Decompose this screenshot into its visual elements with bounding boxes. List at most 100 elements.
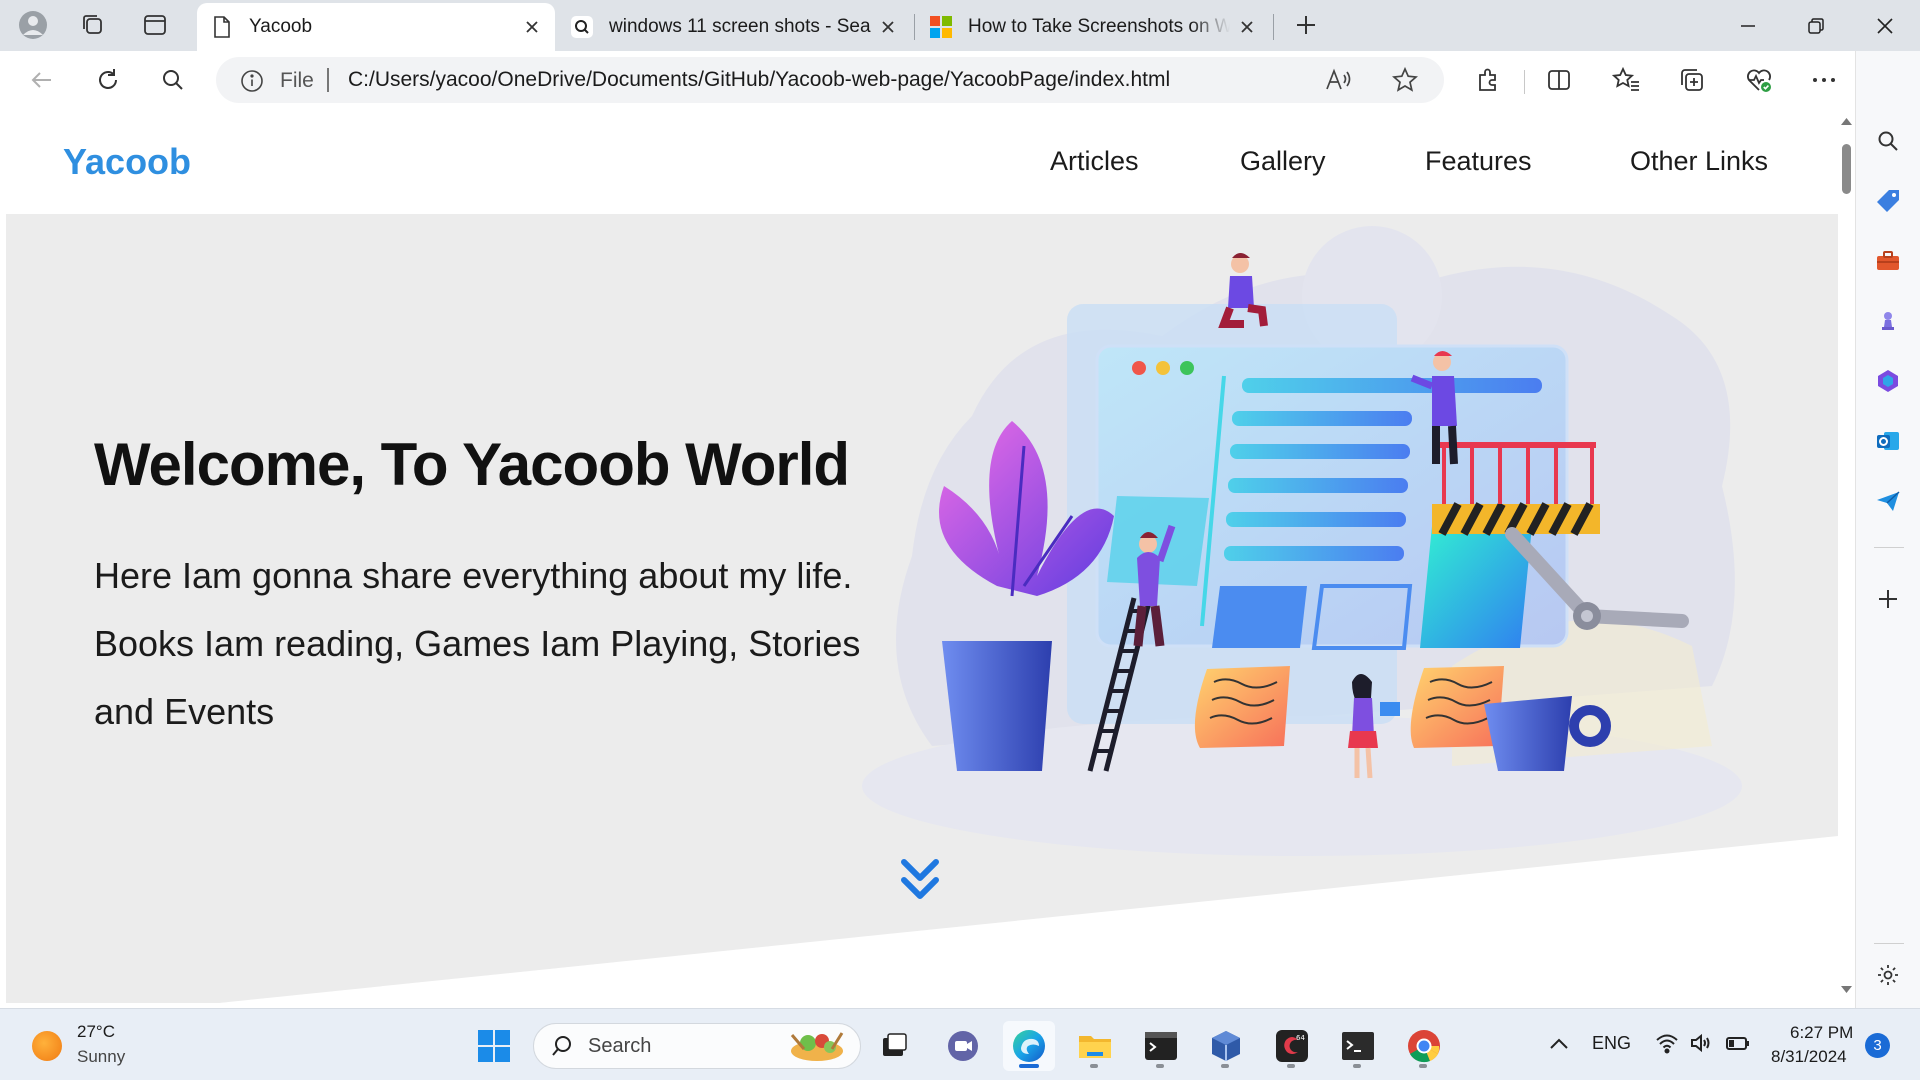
back-button[interactable] [20, 59, 64, 101]
svg-text:64: 64 [1296, 1034, 1305, 1042]
volume-icon[interactable] [1689, 1031, 1713, 1055]
paper-plane-icon [1877, 491, 1900, 511]
page-scrollbar[interactable] [1838, 108, 1855, 1003]
nav-other-links[interactable]: Other Links [1630, 146, 1768, 177]
toolbox-icon [1877, 251, 1899, 270]
scroll-down-arrow-icon [1841, 986, 1852, 993]
tab-title: Yacoob [249, 16, 313, 37]
task-view-icon [883, 1033, 907, 1056]
taskbar-virtualbox[interactable] [1200, 1021, 1252, 1071]
read-aloud-icon[interactable] [1324, 67, 1352, 93]
browser-essentials-button[interactable] [1737, 59, 1781, 101]
new-tab-button[interactable] [1284, 6, 1328, 44]
microsoft365-icon [1878, 370, 1898, 392]
profile-button[interactable] [11, 6, 55, 44]
nav-gallery[interactable]: Gallery [1240, 146, 1326, 177]
nav-features[interactable]: Features [1425, 146, 1532, 177]
taskbar-command-prompt[interactable] [1332, 1021, 1384, 1071]
taskbar-search[interactable]: Search [533, 1023, 861, 1069]
taskbar-teams-meet[interactable] [937, 1021, 989, 1071]
settings-more-button[interactable] [1802, 59, 1846, 101]
chess-piece-icon [1882, 312, 1894, 330]
clock-date[interactable]: 8/31/2024 [1771, 1047, 1847, 1067]
start-button[interactable] [468, 1021, 520, 1071]
hero-illustration [862, 226, 1742, 856]
microsoft-logo-icon [930, 16, 952, 38]
web-page-viewport: Yacoob Articles Gallery Features Other L… [6, 108, 1838, 1003]
taskbar-task-view[interactable] [868, 1021, 920, 1071]
address-divider [327, 68, 329, 92]
puzzle-icon [1479, 68, 1496, 91]
clock-time[interactable]: 6:27 PM [1790, 1023, 1853, 1043]
url-text[interactable]: C:/Users/yacoo/OneDrive/Documents/GitHub… [348, 68, 1170, 92]
sidebar-send-button[interactable] [1866, 479, 1910, 523]
browser-toolbar: File C:/Users/yacoo/OneDrive/Documents/G… [0, 51, 1920, 108]
sun-icon[interactable] [32, 1031, 62, 1061]
favorites-icon [1612, 67, 1639, 91]
sidebar-shopping-button[interactable] [1866, 179, 1910, 223]
taskbar-file-explorer[interactable] [1069, 1021, 1121, 1071]
close-tab-button[interactable] [871, 10, 905, 44]
sidebar-outlook-button[interactable] [1866, 419, 1910, 463]
tab-title: windows 11 screen shots - Search [609, 16, 871, 37]
tab-search[interactable]: windows 11 screen shots - Search [557, 3, 911, 51]
show-hidden-icons-button[interactable] [1548, 1031, 1570, 1057]
taskbar-edge[interactable] [1003, 1021, 1055, 1071]
active-indicator [1019, 1064, 1039, 1068]
close-window-button[interactable] [1850, 0, 1920, 51]
wifi-icon[interactable] [1655, 1031, 1679, 1055]
sidebar-microsoft365-button[interactable] [1866, 359, 1910, 403]
taskbar-debian-app[interactable]: 64 [1266, 1021, 1318, 1071]
site-logo[interactable]: Yacoob [63, 141, 191, 183]
weather-temperature[interactable]: 27°C [77, 1022, 115, 1042]
input-language[interactable]: ENG [1592, 1033, 1631, 1054]
sidebar-tools-button[interactable] [1866, 239, 1910, 283]
extensions-button[interactable] [1466, 59, 1510, 101]
vertical-tabs-icon [144, 15, 166, 35]
tab-yacoob[interactable]: Yacoob [197, 3, 555, 51]
battery-icon[interactable] [1725, 1031, 1751, 1055]
sidebar-settings-button[interactable] [1866, 953, 1910, 997]
favorites-button[interactable] [1604, 59, 1648, 101]
weather-condition[interactable]: Sunny [77, 1047, 125, 1067]
scroll-down-button[interactable] [896, 854, 944, 906]
chevron-up-icon [1550, 1038, 1568, 1049]
hero-text: Here Iam gonna share everything about my… [94, 555, 861, 732]
workspaces-button[interactable] [71, 6, 115, 44]
scrollbar-thumb[interactable] [1842, 144, 1851, 194]
favorite-star-icon[interactable] [1392, 67, 1418, 93]
split-screen-button[interactable] [1537, 59, 1581, 101]
terminal-icon [1145, 1032, 1177, 1060]
close-tab-button[interactable] [515, 10, 549, 44]
plus-icon [1879, 590, 1897, 608]
sidebar-add-button[interactable] [1866, 577, 1910, 621]
restore-icon [1808, 17, 1824, 34]
search-button[interactable] [151, 59, 195, 101]
sidebar-games-button[interactable] [1866, 299, 1910, 343]
sidebar-search-button[interactable] [1866, 119, 1910, 163]
info-icon[interactable] [240, 69, 264, 93]
collections-button[interactable] [1670, 59, 1714, 101]
windows-taskbar: 27°C Sunny Search 64 ENG 6:27 PM 8/31/20… [0, 1008, 1920, 1080]
tab-actions-button[interactable] [133, 6, 177, 44]
arrow-left-icon [31, 72, 51, 88]
taskbar-chrome[interactable] [1398, 1021, 1450, 1071]
tab-screenshots-article[interactable]: How to Take Screenshots on Windows [916, 3, 1270, 51]
taskbar-terminal[interactable] [1135, 1021, 1187, 1071]
running-indicator [1419, 1064, 1427, 1068]
close-tab-button[interactable] [1230, 10, 1264, 44]
split-screen-icon [1548, 70, 1570, 90]
nav-articles[interactable]: Articles [1050, 146, 1139, 177]
address-bar[interactable]: File C:/Users/yacoo/OneDrive/Documents/G… [216, 57, 1444, 103]
tab-strip: Yacoob windows 11 screen shots - Search … [0, 0, 1920, 51]
taskbar-search-placeholder: Search [588, 1035, 652, 1057]
close-icon [882, 21, 894, 33]
minimize-button[interactable] [1713, 0, 1783, 51]
notification-badge[interactable]: 3 [1865, 1033, 1890, 1058]
chrome-icon [1408, 1030, 1440, 1063]
refresh-icon [99, 69, 117, 89]
running-indicator [1353, 1064, 1361, 1068]
restore-button[interactable] [1781, 0, 1851, 51]
tab-separator [1273, 14, 1274, 40]
refresh-button[interactable] [86, 59, 130, 101]
